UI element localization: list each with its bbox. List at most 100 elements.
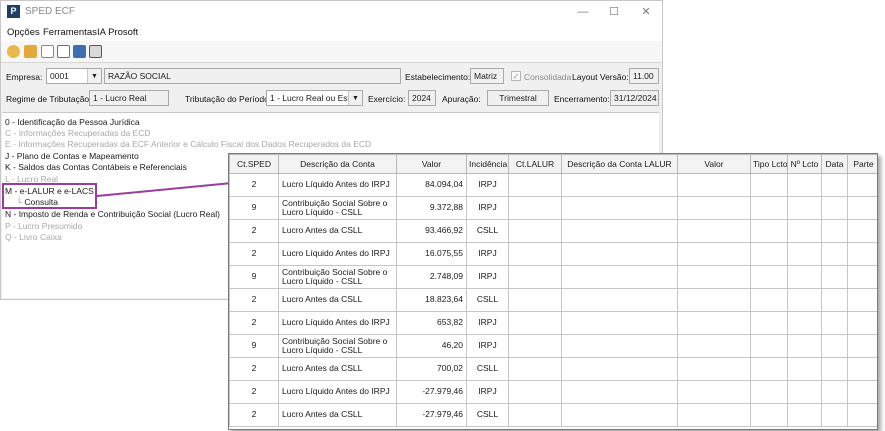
table-cell[interactable] (677, 173, 751, 197)
table-cell[interactable] (508, 380, 562, 404)
table-cell[interactable]: IRPJ (466, 173, 509, 197)
table-cell[interactable] (677, 196, 751, 220)
table-cell[interactable]: -27.979,46 (396, 380, 467, 404)
table-cell[interactable] (821, 288, 848, 312)
table-cell[interactable] (750, 311, 788, 335)
col-header[interactable]: Incidência (466, 154, 509, 174)
col-header[interactable]: Parte (847, 154, 877, 174)
table-cell[interactable] (847, 173, 877, 197)
table-cell[interactable]: IRPJ (466, 380, 509, 404)
table-cell[interactable] (847, 334, 877, 358)
col-header[interactable]: Valor (677, 154, 751, 174)
table-cell[interactable] (508, 265, 562, 289)
table-cell[interactable] (677, 334, 751, 358)
table-cell[interactable] (787, 403, 822, 427)
table-cell[interactable]: 2 (229, 219, 279, 243)
table-cell[interactable] (787, 288, 822, 312)
table-cell[interactable] (847, 265, 877, 289)
table-cell[interactable]: 9 (229, 265, 279, 289)
table-cell[interactable] (508, 357, 562, 381)
table-cell[interactable]: IRPJ (466, 334, 509, 358)
table-cell[interactable] (677, 357, 751, 381)
table-cell[interactable]: Lucro Líquido Antes do IRPJ (278, 380, 397, 404)
table-cell[interactable]: 2 (229, 380, 279, 404)
table-cell[interactable] (821, 196, 848, 220)
table-cell[interactable] (561, 334, 678, 358)
table-cell[interactable] (508, 219, 562, 243)
table-cell[interactable] (750, 219, 788, 243)
table-cell[interactable]: Contribuição Social Sobre o Lucro Líquid… (278, 196, 397, 220)
table-cell[interactable] (677, 403, 751, 427)
table-cell[interactable] (677, 288, 751, 312)
table-cell[interactable]: IRPJ (466, 242, 509, 266)
table-cell[interactable] (508, 173, 562, 197)
table-cell[interactable] (847, 288, 877, 312)
table-cell[interactable] (561, 403, 678, 427)
table-cell[interactable] (787, 196, 822, 220)
table-cell[interactable] (821, 242, 848, 266)
table-cell[interactable]: 16.075,55 (396, 242, 467, 266)
table-cell[interactable] (750, 334, 788, 358)
col-header[interactable]: Valor (396, 154, 467, 174)
table-cell[interactable]: 700,02 (396, 357, 467, 381)
table-row[interactable]: 9 Contribuição Social Sobre o Lucro Líqui… (229, 196, 877, 220)
table-cell[interactable]: Contribuição Social Sobre o Lucro Líquid… (278, 265, 397, 289)
table-cell[interactable]: Lucro Líquido Antes do IRPJ (278, 311, 397, 335)
table-cell[interactable]: Lucro Líquido Antes do IRPJ (278, 173, 397, 197)
table-cell[interactable]: Lucro Antes da CSLL (278, 403, 397, 427)
table-cell[interactable]: 9 (229, 196, 279, 220)
table-row[interactable]: 2 Lucro Antes da CSLL -27.979,46 CSLL (229, 403, 877, 427)
table-cell[interactable]: Lucro Antes da CSLL (278, 288, 397, 312)
table-cell[interactable] (821, 380, 848, 404)
col-header[interactable]: Tipo Lcto (750, 154, 788, 174)
table-row[interactable]: 2 Lucro Líquido Antes do IRPJ 84.094,04 IRP… (229, 173, 877, 197)
table-cell[interactable]: 2 (229, 311, 279, 335)
col-header[interactable]: Descrição da Conta LALUR (561, 154, 678, 174)
table-cell[interactable] (787, 242, 822, 266)
table-cell[interactable] (787, 173, 822, 197)
table-cell[interactable]: 84.094,04 (396, 173, 467, 197)
table-cell[interactable] (847, 403, 877, 427)
table-cell[interactable] (787, 334, 822, 358)
table-row[interactable]: 2 Lucro Antes da CSLL 18.823,64 CSLL (229, 288, 877, 312)
table-cell[interactable] (677, 311, 751, 335)
table-cell[interactable] (787, 311, 822, 335)
table-cell[interactable]: Lucro Antes da CSLL (278, 219, 397, 243)
table-cell[interactable] (677, 219, 751, 243)
table-cell[interactable]: 2 (229, 242, 279, 266)
table-cell[interactable]: IRPJ (466, 311, 509, 335)
table-cell[interactable] (750, 380, 788, 404)
table-row[interactable]: 9 Contribuição Social Sobre o Lucro Líqui… (229, 334, 877, 358)
table-cell[interactable] (561, 219, 678, 243)
table-cell[interactable] (508, 311, 562, 335)
table-cell[interactable]: CSLL (466, 219, 509, 243)
table-cell[interactable]: CSLL (466, 288, 509, 312)
table-cell[interactable] (561, 265, 678, 289)
table-cell[interactable] (787, 357, 822, 381)
table-cell[interactable] (821, 173, 848, 197)
table-cell[interactable] (821, 311, 848, 335)
table-cell[interactable]: CSLL (466, 403, 509, 427)
table-cell[interactable]: 2 (229, 288, 279, 312)
table-cell[interactable] (750, 265, 788, 289)
table-cell[interactable] (847, 242, 877, 266)
table-cell[interactable]: 653,82 (396, 311, 467, 335)
col-header[interactable]: Data (821, 154, 848, 174)
table-cell[interactable]: 2 (229, 357, 279, 381)
table-cell[interactable]: 46,20 (396, 334, 467, 358)
table-cell[interactable]: Lucro Líquido Antes do IRPJ (278, 242, 397, 266)
table-cell[interactable] (508, 242, 562, 266)
table-row[interactable]: 2 Lucro Líquido Antes do IRPJ 653,82 IRPJ (229, 311, 877, 335)
table-cell[interactable] (787, 380, 822, 404)
table-cell[interactable] (750, 173, 788, 197)
table-cell[interactable] (561, 380, 678, 404)
table-cell[interactable] (508, 288, 562, 312)
table-cell[interactable] (561, 242, 678, 266)
table-cell[interactable] (561, 196, 678, 220)
table-cell[interactable] (508, 334, 562, 358)
table-cell[interactable] (561, 173, 678, 197)
table-cell[interactable] (847, 357, 877, 381)
table-cell[interactable]: 93.466,92 (396, 219, 467, 243)
table-row[interactable]: 2 Lucro Antes da CSLL 93.466,92 CSLL (229, 219, 877, 243)
table-cell[interactable] (847, 311, 877, 335)
